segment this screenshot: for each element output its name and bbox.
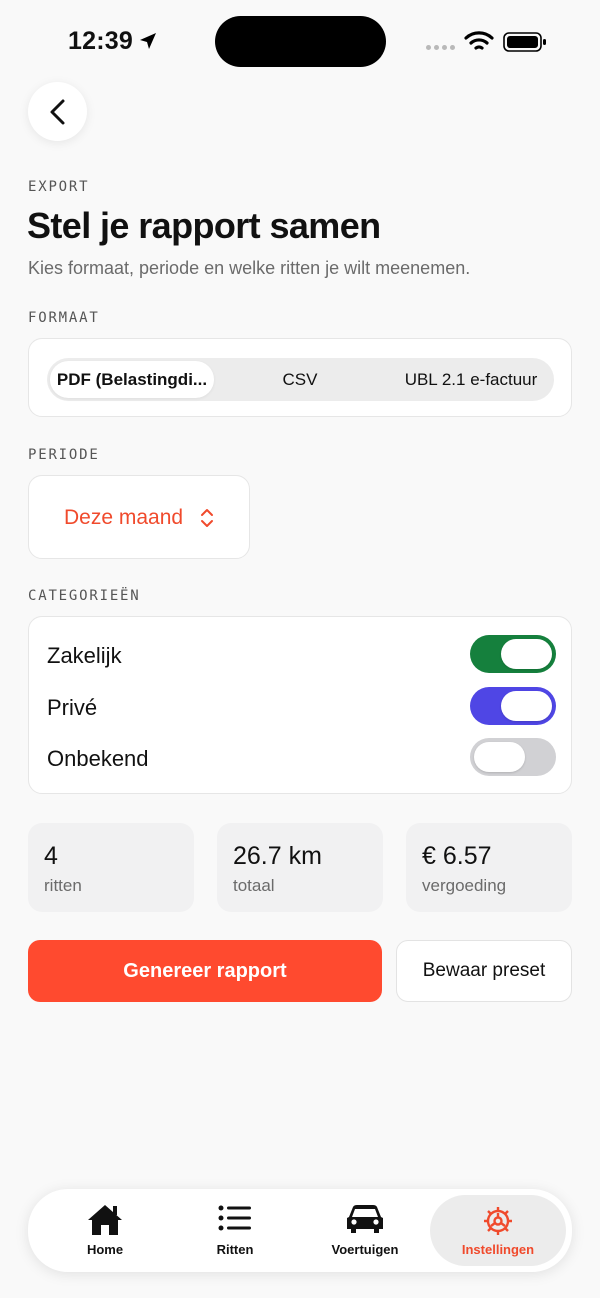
stat-value: € 6.57 xyxy=(422,842,492,870)
category-label-zakelijk: Zakelijk xyxy=(47,643,122,668)
wifi-icon xyxy=(464,30,494,57)
category-label-prive: Privé xyxy=(47,695,98,720)
toggle-knob xyxy=(501,691,552,721)
format-option-ubl[interactable]: UBL 2.1 e-factuur xyxy=(387,358,555,401)
toggle-prive[interactable] xyxy=(470,687,556,725)
categories-section-label: CATEGORIEËN xyxy=(28,588,141,604)
toggle-onbekend[interactable] xyxy=(470,738,556,776)
categories-card: Zakelijk Privé Onbekend xyxy=(28,616,572,794)
toggle-knob xyxy=(474,742,525,772)
battery-icon xyxy=(503,31,547,58)
format-section-label: FORMAAT xyxy=(28,310,100,326)
dynamic-island xyxy=(215,16,386,67)
page-title: Stel je rapport samen xyxy=(27,205,381,246)
tab-home[interactable]: Home xyxy=(40,1189,170,1272)
stat-label: ritten xyxy=(44,876,82,895)
format-option-csv[interactable]: CSV xyxy=(230,358,370,401)
stat-card-rides: 4 ritten xyxy=(28,823,194,912)
cellular-signal-icon xyxy=(426,45,456,51)
chevron-up-down-icon xyxy=(200,507,214,534)
period-value: Deze maand xyxy=(64,506,184,529)
stat-card-distance: 26.7 km totaal xyxy=(217,823,383,912)
back-button[interactable] xyxy=(28,82,87,141)
tab-label: Voertuigen xyxy=(331,1242,399,1257)
list-icon xyxy=(170,1203,300,1233)
stat-label: vergoeding xyxy=(422,876,507,895)
format-segmented-control: PDF (Belastingdi... CSV UBL 2.1 e-factuu… xyxy=(47,358,554,401)
stat-value: 26.7 km xyxy=(233,842,322,870)
car-icon xyxy=(300,1203,430,1235)
tab-vehicles[interactable]: Voertuigen xyxy=(300,1189,430,1272)
home-icon xyxy=(40,1203,170,1237)
tab-bar: Home Ritten Voertuigen Instellingen xyxy=(28,1189,572,1272)
period-picker[interactable]: Deze maand xyxy=(28,475,250,559)
tab-label: Instellingen xyxy=(461,1242,535,1257)
tab-label: Home xyxy=(86,1242,124,1257)
toggle-knob xyxy=(501,639,552,669)
chevron-left-icon xyxy=(50,99,64,124)
page-subtitle: Kies formaat, periode en welke ritten je… xyxy=(28,258,471,278)
format-card: PDF (Belastingdi... CSV UBL 2.1 e-factuu… xyxy=(28,338,572,417)
stat-value: 4 xyxy=(44,842,58,870)
tab-label: Ritten xyxy=(216,1242,254,1257)
gear-icon xyxy=(424,1203,572,1239)
toggle-zakelijk[interactable] xyxy=(470,635,556,673)
status-time: 12:39 xyxy=(68,27,133,55)
period-section-label: PERIODE xyxy=(28,447,100,463)
tab-settings[interactable]: Instellingen xyxy=(424,1189,572,1272)
category-label-onbekend: Onbekend xyxy=(47,746,149,771)
format-option-pdf[interactable]: PDF (Belastingdi... xyxy=(50,361,214,398)
generate-report-button[interactable]: Genereer rapport xyxy=(28,940,382,1002)
stat-card-reimbursement: € 6.57 vergoeding xyxy=(406,823,572,912)
stat-label: totaal xyxy=(233,876,275,895)
status-bar: 12:39 xyxy=(0,0,600,80)
tab-rides[interactable]: Ritten xyxy=(170,1189,300,1272)
page-eyebrow: EXPORT xyxy=(28,179,90,195)
location-arrow-icon xyxy=(138,31,158,56)
save-preset-button[interactable]: Bewaar preset xyxy=(396,940,572,1002)
